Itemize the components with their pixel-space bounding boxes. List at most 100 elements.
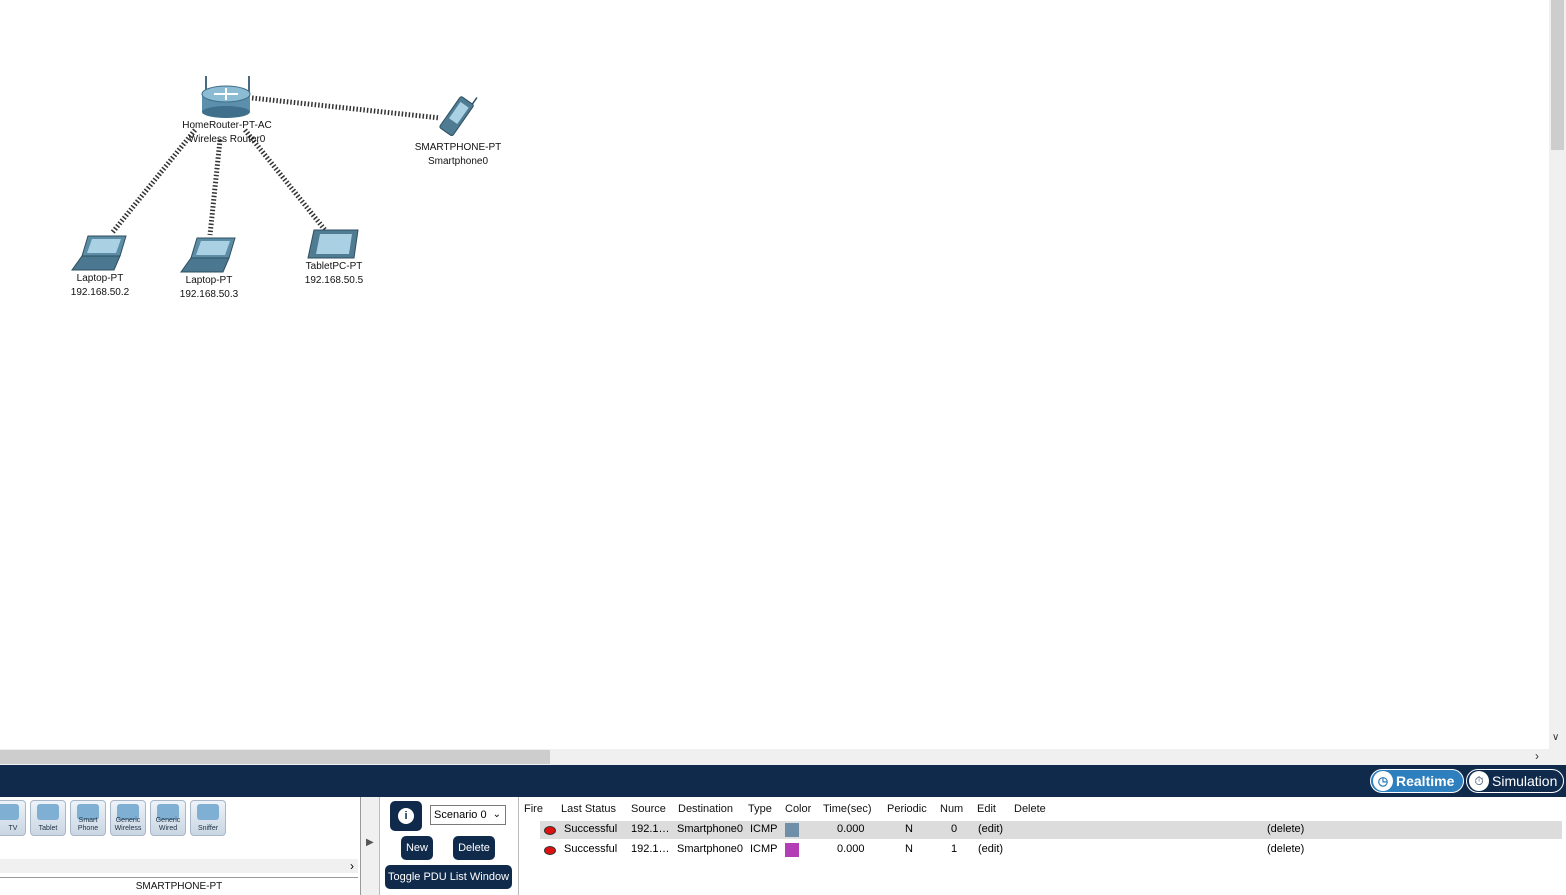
panel-splitter[interactable]: ▶: [361, 797, 380, 895]
router-label[interactable]: HomeRouter-PT-AC Wireless Router0: [168, 119, 286, 147]
pdu-source: 192.1…: [631, 843, 670, 855]
delete-scenario-button[interactable]: Delete: [453, 836, 495, 860]
new-scenario-button[interactable]: New: [401, 836, 433, 860]
smartphone-label[interactable]: SMARTPHONE-PT Smartphone0: [406, 141, 510, 169]
scenario-select[interactable]: Scenario 0 ⌄: [430, 805, 506, 825]
pdu-type: ICMP: [750, 823, 778, 835]
logical-workspace[interactable]: HomeRouter-PT-AC Wireless Router0 SMARTP…: [0, 0, 1549, 749]
device-tile-generic-wireless[interactable]: Generic Wireless: [110, 800, 146, 836]
simulation-button[interactable]: ⏱ Simulation: [1466, 769, 1564, 793]
tablet-model: TabletPC-PT: [305, 261, 363, 272]
clock-icon: ◷: [1373, 771, 1393, 791]
device-tile-generic-wired[interactable]: Generic Wired: [150, 800, 186, 836]
chevron-down-icon[interactable]: ∨: [1552, 732, 1559, 743]
scenario-value: Scenario 0: [434, 809, 487, 821]
fire-icon[interactable]: [544, 826, 556, 835]
topology-canvas: [71, 76, 478, 273]
pdu-row[interactable]: Successful 192.1… Smartphone0 ICMP 0.000…: [540, 821, 1562, 839]
selected-device-name: SMARTPHONE-PT: [0, 877, 358, 895]
horizontal-scrollbar[interactable]: ›: [0, 749, 1549, 765]
laptop2-label[interactable]: Laptop-PT 192.168.50.3: [169, 274, 249, 302]
info-button[interactable]: i: [390, 801, 422, 831]
tile-label: TV: [8, 825, 18, 832]
chevron-down-icon: ⌄: [492, 809, 501, 820]
realtime-label: Realtime: [1396, 773, 1455, 789]
pdu-edit-link[interactable]: (edit): [978, 843, 1003, 855]
pdu-edit-link[interactable]: (edit): [978, 823, 1003, 835]
toggle-pdu-list-button[interactable]: Toggle PDU List Window: [385, 865, 512, 889]
tablet-ip: 192.168.50.5: [304, 275, 364, 286]
realtime-button[interactable]: ◷ Realtime: [1370, 769, 1464, 793]
pdu-status: Successful: [564, 843, 618, 855]
info-icon: i: [398, 808, 414, 824]
chevron-right-icon[interactable]: ›: [1535, 749, 1539, 763]
tile-label: Generic Wired: [155, 817, 181, 832]
laptop1-ip: 192.168.50.2: [70, 287, 130, 298]
pdu-periodic: N: [905, 843, 913, 855]
laptop1-model: Laptop-PT: [76, 273, 124, 284]
header-color: Color: [785, 803, 812, 815]
tablet-label[interactable]: TabletPC-PT 192.168.50.5: [294, 260, 374, 288]
laptop1-label[interactable]: Laptop-PT 192.168.50.2: [60, 272, 140, 300]
router-name: HomeRouter-PT-AC: [182, 120, 272, 131]
tablet-icon: [307, 229, 359, 259]
laptop-icon-1: [71, 235, 127, 271]
wireless-link-laptop2: [207, 139, 223, 236]
header-time: Time(sec): [823, 803, 872, 815]
smartphone-icon: [439, 96, 478, 137]
header-delete: Delete: [1014, 803, 1046, 815]
tile-label: Generic Wireless: [114, 817, 142, 832]
smartphone-model: SMARTPHONE-PT: [414, 142, 502, 153]
pdu-destination: Smartphone0: [677, 843, 744, 855]
simulation-label: Simulation: [1492, 773, 1558, 789]
palette-scrollbar[interactable]: ›: [0, 859, 358, 873]
pdu-time: 0.000: [837, 823, 865, 835]
header-type: Type: [748, 803, 772, 815]
mode-bar: ◷ Realtime ⏱ Simulation: [0, 765, 1566, 797]
device-tile-tablet[interactable]: Tablet: [30, 800, 66, 836]
vertical-scroll-thumb[interactable]: [1551, 0, 1564, 150]
device-tile-sniffer[interactable]: Sniffer: [190, 800, 226, 836]
pdu-num: 0: [951, 823, 958, 835]
tile-label: Tablet: [38, 825, 58, 832]
vertical-scrollbar[interactable]: ∨: [1549, 0, 1566, 749]
laptop2-model: Laptop-PT: [185, 275, 233, 286]
pdu-time: 0.000: [837, 843, 865, 855]
pdu-delete-link[interactable]: (delete): [1267, 843, 1304, 855]
pdu-color-swatch: [785, 823, 799, 837]
device-tile-tv[interactable]: TV: [0, 800, 26, 836]
pdu-row[interactable]: Successful 192.1… Smartphone0 ICMP 0.000…: [540, 841, 1562, 859]
stopwatch-icon: ⏱: [1469, 771, 1489, 791]
header-edit: Edit: [977, 803, 996, 815]
pdu-color-swatch: [785, 843, 799, 857]
expand-arrow-icon[interactable]: ▶: [366, 837, 374, 848]
header-source: Source: [631, 803, 666, 815]
chevron-right-icon[interactable]: ›: [350, 859, 354, 873]
tile-label: Sniffer: [197, 825, 219, 832]
scenario-panel: i Scenario 0 ⌄ New Delete Toggle PDU Lis…: [380, 797, 519, 895]
header-last-status: Last Status: [561, 803, 617, 815]
header-fire: Fire: [524, 803, 543, 815]
tv-icon: [0, 804, 19, 820]
pdu-source: 192.1…: [631, 823, 670, 835]
router-display-name: Wireless Router0: [188, 134, 266, 145]
wireless-link-smartphone: [251, 95, 441, 121]
router-icon: [201, 76, 251, 118]
header-destination: Destination: [678, 803, 734, 815]
sniffer-icon: [197, 804, 219, 820]
pdu-periodic: N: [905, 823, 913, 835]
device-tile-smartphone[interactable]: Smart Phone: [70, 800, 106, 836]
header-num: Num: [940, 803, 964, 815]
pdu-type: ICMP: [750, 843, 778, 855]
pdu-delete-link[interactable]: (delete): [1267, 823, 1304, 835]
fire-icon[interactable]: [544, 846, 556, 855]
laptop-icon-2: [180, 237, 236, 273]
horizontal-scroll-thumb[interactable]: [0, 750, 550, 764]
pdu-status: Successful: [564, 823, 618, 835]
pdu-num: 1: [951, 843, 958, 855]
tablet-icon: [37, 804, 59, 820]
header-periodic: Periodic: [887, 803, 927, 815]
smartphone-name: Smartphone0: [427, 156, 489, 167]
pdu-destination: Smartphone0: [677, 823, 744, 835]
device-palette: TV Tablet Smart Phone Generic Wireless G…: [0, 797, 361, 895]
